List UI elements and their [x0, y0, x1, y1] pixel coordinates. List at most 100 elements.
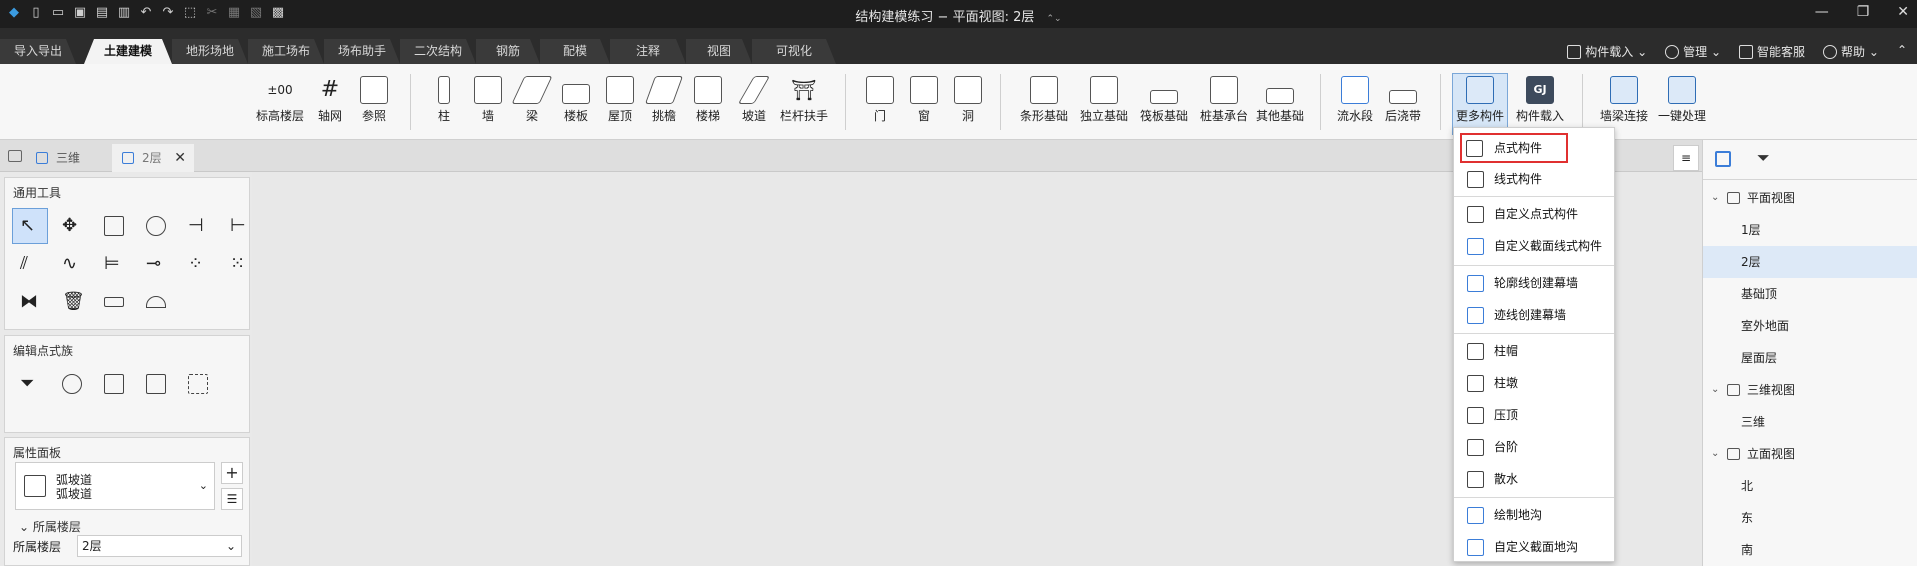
- restore-icon[interactable]: ❐: [1857, 4, 1870, 20]
- delete-tool-icon[interactable]: 🗑: [55, 285, 89, 319]
- menu-item-column-cap[interactable]: 柱帽: [1454, 336, 1614, 366]
- offset-tool-icon[interactable]: ⫽: [13, 247, 47, 281]
- measure-tool-icon[interactable]: [97, 285, 131, 319]
- copy-tool-icon[interactable]: [97, 209, 131, 243]
- palette-icon[interactable]: [55, 367, 89, 401]
- tree-node-floor1[interactable]: 1层: [1703, 214, 1917, 246]
- edit-family-icon[interactable]: [139, 367, 173, 401]
- tab-import-export[interactable]: 导入导出: [0, 39, 76, 64]
- tree-node-3d[interactable]: 三维: [1703, 406, 1917, 438]
- tree-node-3d-views[interactable]: ⌄ 三维视图: [1703, 374, 1917, 406]
- angle-tool-icon[interactable]: [139, 285, 173, 319]
- manage-menu[interactable]: 管理 ⌄: [1665, 43, 1721, 60]
- type-settings-button[interactable]: ☰: [221, 488, 243, 510]
- floor-select[interactable]: 2层 ⌄: [77, 535, 242, 557]
- tree-node-outdoor-ground[interactable]: 室外地面: [1703, 310, 1917, 342]
- floor-section-header[interactable]: ⌄ 所属楼层: [19, 518, 81, 535]
- beam-button[interactable]: 梁: [511, 76, 553, 124]
- help-menu[interactable]: 帮助 ⌄: [1823, 43, 1879, 60]
- close-tab-icon[interactable]: ✕: [174, 144, 186, 172]
- mirror-tool-icon[interactable]: ⧓: [13, 285, 47, 319]
- tree-node-east[interactable]: 东: [1703, 502, 1917, 534]
- menu-item-draw-trench[interactable]: 绘制地沟: [1454, 500, 1614, 530]
- tab-secondary-structure[interactable]: 二次结构: [400, 39, 476, 64]
- tab-rebar[interactable]: 钢筋: [476, 39, 540, 64]
- grid-button[interactable]: # 轴网: [313, 76, 347, 124]
- wall-button[interactable]: 墙: [474, 76, 502, 124]
- menu-item-contour-curtain-wall[interactable]: 轮廓线创建幕墙: [1454, 268, 1614, 298]
- component-load-button[interactable]: GJ 构件载入: [1512, 76, 1568, 124]
- isolated-foundation-button[interactable]: 独立基础: [1076, 76, 1132, 124]
- texture-icon[interactable]: [97, 367, 131, 401]
- menu-item-custom-section-line-component[interactable]: 自定义截面线式构件: [1454, 231, 1614, 261]
- menu-item-line-component[interactable]: 线式构件: [1454, 164, 1614, 194]
- tab-visualization[interactable]: 可视化: [752, 39, 836, 64]
- tree-node-foundation-top[interactable]: 基础顶: [1703, 278, 1917, 310]
- filter-icon[interactable]: ⏷: [13, 367, 47, 401]
- menu-item-point-component[interactable]: 点式构件: [1460, 133, 1568, 163]
- menu-item-trace-curtain-wall[interactable]: 迹线创建幕墙: [1454, 300, 1614, 330]
- ramp-button[interactable]: 坡道: [737, 76, 771, 124]
- tab-layout-assistant[interactable]: 场布助手: [324, 39, 400, 64]
- tree-node-elevation-views[interactable]: ⌄ 立面视图: [1703, 438, 1917, 470]
- tree-node-floor2[interactable]: 2层: [1703, 246, 1917, 278]
- eave-button[interactable]: 挑檐: [644, 76, 684, 124]
- component-load-menu[interactable]: 构件载入 ⌄: [1567, 43, 1647, 60]
- move-tool-icon[interactable]: ✥: [55, 209, 89, 243]
- tab-view[interactable]: 视图: [686, 39, 752, 64]
- add-type-button[interactable]: +: [221, 462, 243, 484]
- column-button[interactable]: 柱: [430, 76, 458, 124]
- stair-button[interactable]: 楼梯: [692, 76, 724, 124]
- expand-icon[interactable]: ⌄: [1711, 374, 1719, 406]
- reference-button[interactable]: 参照: [355, 76, 393, 124]
- tab-switch-icon[interactable]: [8, 150, 22, 162]
- browser-view-icon[interactable]: [1715, 151, 1731, 167]
- flow-section-button[interactable]: 流水段: [1334, 76, 1376, 124]
- tree-node-plan-views[interactable]: ⌄ 平面视图: [1703, 182, 1917, 214]
- tree-node-roof-level[interactable]: 屋面层: [1703, 342, 1917, 374]
- menu-item-column-pier[interactable]: 柱墩: [1454, 368, 1614, 398]
- title-caret-icon[interactable]: ⌃⌄: [1047, 14, 1062, 24]
- tab-civil-modeling[interactable]: 土建建模: [84, 39, 172, 64]
- trim-tool-icon[interactable]: ⊣: [181, 209, 215, 243]
- menu-item-coping[interactable]: 压顶: [1454, 400, 1614, 430]
- tree-node-south[interactable]: 南: [1703, 534, 1917, 566]
- railing-button[interactable]: ⛩ 栏杆扶手: [778, 76, 830, 124]
- array-tool-icon[interactable]: ⁘: [181, 247, 215, 281]
- more-components-button[interactable]: 更多构件: [1452, 73, 1508, 135]
- extend-tool-icon[interactable]: ∿: [55, 247, 89, 281]
- replace-family-icon[interactable]: [181, 367, 215, 401]
- expand-icon[interactable]: ⌄: [1711, 438, 1719, 470]
- tab-terrain[interactable]: 地形场地: [172, 39, 248, 64]
- menu-item-custom-section-trench[interactable]: 自定义截面地沟: [1454, 532, 1614, 562]
- close-icon[interactable]: ✕: [1897, 4, 1909, 20]
- post-cast-strip-button[interactable]: 后浇带: [1382, 76, 1424, 124]
- minimize-icon[interactable]: —: [1815, 4, 1829, 20]
- roof-button[interactable]: 屋顶: [606, 76, 634, 124]
- break-tool-icon[interactable]: ⊸: [139, 247, 173, 281]
- strip-foundation-button[interactable]: 条形基础: [1016, 76, 1072, 124]
- doc-tab-3d[interactable]: 三维: [26, 144, 112, 172]
- filter-icon[interactable]: ⏷: [1757, 148, 1770, 168]
- raft-foundation-button[interactable]: 筏板基础: [1136, 76, 1192, 124]
- group-tool-icon[interactable]: ⁙: [223, 247, 257, 281]
- service-button[interactable]: 智能客服: [1739, 43, 1805, 60]
- menu-item-custom-point-component[interactable]: 自定义点式构件: [1454, 199, 1614, 229]
- doc-tab-floor2[interactable]: 2层 ✕: [112, 144, 194, 172]
- slab-button[interactable]: 楼板: [560, 76, 592, 124]
- rotate-tool-icon[interactable]: [139, 209, 173, 243]
- type-selector[interactable]: 弧坡道 弧坡道 ⌄: [15, 462, 215, 510]
- window-button[interactable]: 窗: [910, 76, 938, 124]
- split-tool-icon[interactable]: ⊢: [223, 209, 257, 243]
- opening-button[interactable]: 洞: [954, 76, 982, 124]
- pile-cap-button[interactable]: 桩基承台: [1196, 76, 1252, 124]
- tab-site-layout[interactable]: 施工场布: [248, 39, 324, 64]
- expand-icon[interactable]: ⌄: [1711, 182, 1719, 214]
- elevation-floor-button[interactable]: ±00 标高楼层: [252, 76, 308, 124]
- one-click-process-button[interactable]: 一键处理: [1654, 76, 1710, 124]
- wall-beam-connect-button[interactable]: 墙梁连接: [1596, 76, 1652, 124]
- tree-node-north[interactable]: 北: [1703, 470, 1917, 502]
- collapse-ribbon-icon[interactable]: ⌃: [1897, 43, 1907, 60]
- tab-formwork[interactable]: 配模: [540, 39, 610, 64]
- align-tool-icon[interactable]: ⊨: [97, 247, 131, 281]
